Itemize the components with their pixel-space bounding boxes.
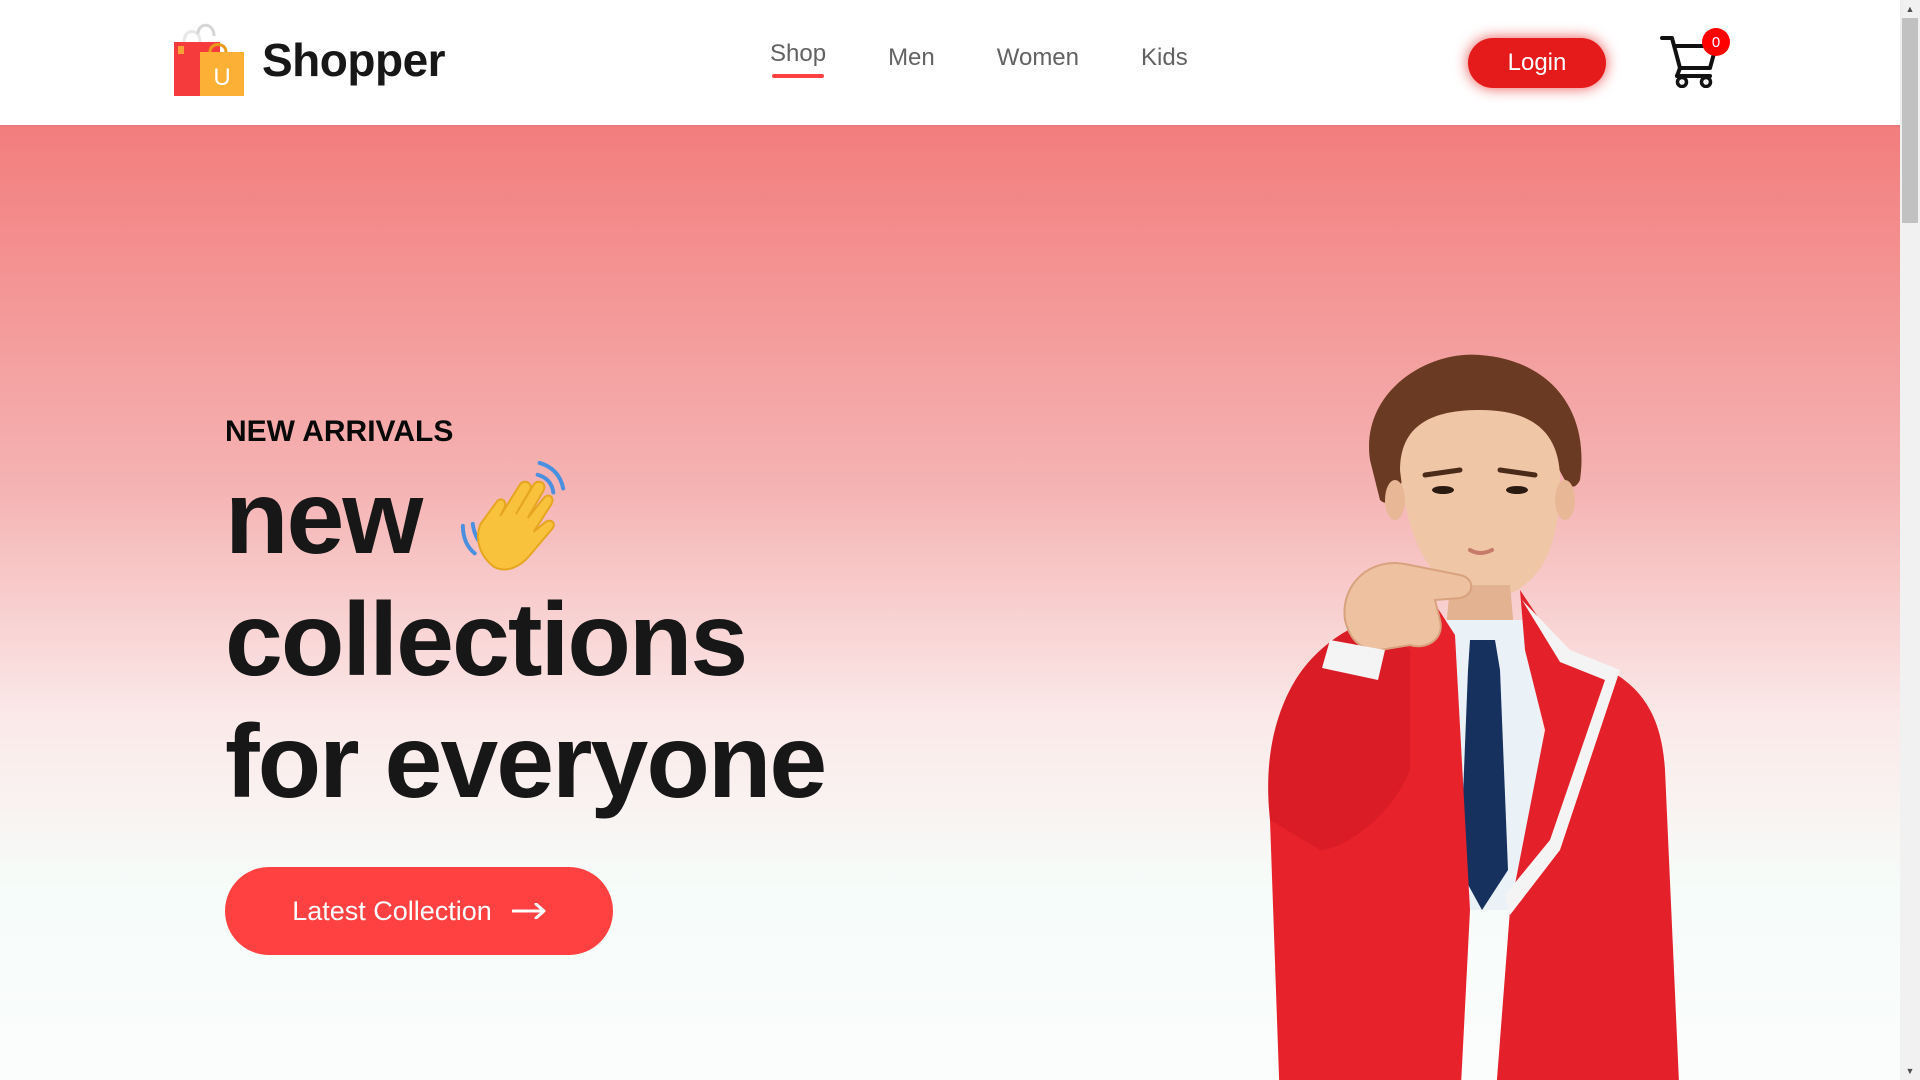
logo[interactable]: U Shopper — [170, 22, 446, 98]
hero-headline-line-3: for everyone — [225, 704, 827, 820]
hero-subtitle: NEW ARRIVALS — [225, 415, 454, 448]
hero-section: NEW ARRIVALS new collections for everyon… — [0, 125, 1900, 1080]
nav-item-shop[interactable]: Shop — [770, 40, 827, 78]
nav-item-men[interactable]: Men — [888, 44, 935, 72]
hero-headline-line-2: collections — [225, 582, 748, 698]
waving-hand-icon — [461, 460, 566, 571]
login-button[interactable]: Login — [1468, 38, 1606, 88]
scroll-up-arrow-icon[interactable]: ▲ — [1900, 0, 1920, 18]
brand-name: Shopper — [262, 34, 446, 86]
scroll-down-arrow-icon[interactable]: ▼ — [1900, 1062, 1920, 1080]
page-scrollbar[interactable]: ▲ ▼ — [1900, 0, 1920, 1080]
hero-model-image — [1268, 354, 1679, 1080]
shopping-bags-icon: U — [174, 23, 244, 96]
hero-text: NEW ARRIVALS new collections for everyon… — [225, 415, 827, 823]
latest-collection-label: Latest Collection — [292, 895, 492, 926]
nav-item-label: Women — [996, 44, 1080, 71]
nav-item-kids[interactable]: Kids — [1141, 44, 1188, 72]
hero-headline-text: new — [225, 460, 423, 576]
arrow-right-icon — [511, 903, 546, 919]
navbar: U Shopper Shop Men Women Kids Login 0 — [0, 0, 1900, 125]
logo-letter: U — [213, 64, 230, 91]
scroll-thumb[interactable] — [1902, 18, 1918, 223]
hero-headline-line-1: new — [225, 457, 825, 579]
nav-item-women[interactable]: Women — [997, 44, 1079, 72]
latest-collection-button[interactable]: Latest Collection — [225, 867, 613, 955]
nav-item-label: Men — [888, 44, 935, 71]
nav-item-label: Kids — [1141, 44, 1188, 71]
nav-active-underline — [772, 74, 825, 78]
nav-item-label: Shop — [770, 40, 827, 67]
page: U Shopper Shop Men Women Kids Login 0 NE… — [0, 0, 1920, 1080]
cart-count-badge: 0 — [1702, 28, 1730, 56]
nav-menu: Shop Men Women Kids — [770, 40, 1188, 78]
cart-button[interactable]: 0 — [1660, 28, 1730, 90]
